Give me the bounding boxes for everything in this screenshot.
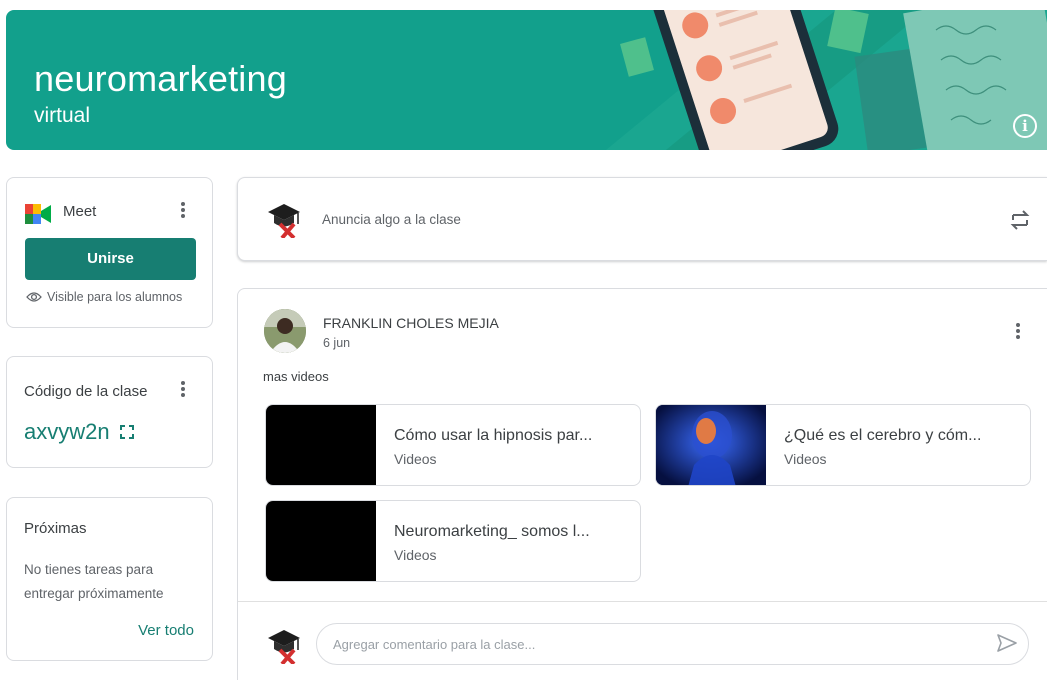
author-avatar (264, 309, 306, 353)
send-icon[interactable] (996, 632, 1018, 654)
attachment-type: Videos (784, 451, 827, 467)
video-thumbnail (656, 405, 766, 485)
repost-icon[interactable] (1009, 206, 1031, 234)
video-thumbnail (266, 501, 376, 581)
attachment-card[interactable]: Cómo usar la hipnosis par... Videos (265, 404, 641, 486)
attachment-type: Videos (394, 547, 437, 563)
class-title: neuromarketing (34, 58, 287, 99)
visibility-text: Visible para los alumnos (47, 290, 183, 304)
attachment-title: ¿Qué es el cerebro y cóm... (784, 427, 982, 444)
attachment-card[interactable]: ¿Qué es el cerebro y cóm... Videos (655, 404, 1031, 486)
class-code-card: Código de la clase axvyw2n (6, 356, 213, 468)
meet-card: Meet Unirse Visible para los alumnos (6, 177, 213, 328)
graduation-avatar-icon (264, 624, 304, 664)
class-section: virtual (34, 104, 91, 127)
attachment-card[interactable]: Neuromarketing_ somos l... Videos (265, 500, 641, 582)
announce-box[interactable]: Anuncia algo a la clase (237, 177, 1047, 261)
eye-icon (26, 292, 42, 302)
banner-illustration (606, 10, 1047, 150)
video-thumbnail (266, 405, 376, 485)
view-all-link[interactable]: Ver todo (138, 622, 194, 639)
class-code-value: axvyw2n (24, 419, 110, 444)
class-code-label: Código de la clase (24, 383, 148, 400)
post-date: 6 jun (323, 336, 351, 350)
attachment-type: Videos (394, 451, 437, 467)
comment-input[interactable] (316, 623, 1029, 665)
attachment-title: Neuromarketing_ somos l... (394, 523, 590, 540)
post-card: FRANKLIN CHOLES MEJIA 6 jun mas videos C… (237, 288, 1047, 680)
meet-label: Meet (63, 203, 97, 220)
upcoming-title: Próximas (24, 520, 87, 537)
more-vert-icon[interactable] (173, 200, 193, 224)
class-code: axvyw2n (24, 419, 134, 445)
attachment-title: Cómo usar la hipnosis par... (394, 427, 593, 444)
author-name: FRANKLIN CHOLES MEJIA (323, 315, 499, 331)
meet-icon (25, 204, 51, 224)
class-banner: neuromarketing virtual i (6, 10, 1047, 150)
join-meet-button[interactable]: Unirse (25, 238, 196, 280)
more-vert-icon[interactable] (1008, 321, 1028, 345)
more-vert-icon[interactable] (173, 379, 193, 403)
visibility-note: Visible para los alumnos (26, 290, 182, 304)
comment-row (238, 601, 1047, 680)
graduation-avatar-icon (264, 198, 304, 238)
post-body: mas videos (263, 369, 329, 384)
fullscreen-icon[interactable] (119, 425, 134, 439)
announce-placeholder[interactable]: Anuncia algo a la clase (322, 212, 461, 227)
upcoming-empty-text: No tienes tareas para entregar próximame… (24, 562, 164, 601)
info-icon[interactable]: i (1013, 114, 1037, 138)
upcoming-card: Próximas No tienes tareas para entregar … (6, 497, 213, 661)
